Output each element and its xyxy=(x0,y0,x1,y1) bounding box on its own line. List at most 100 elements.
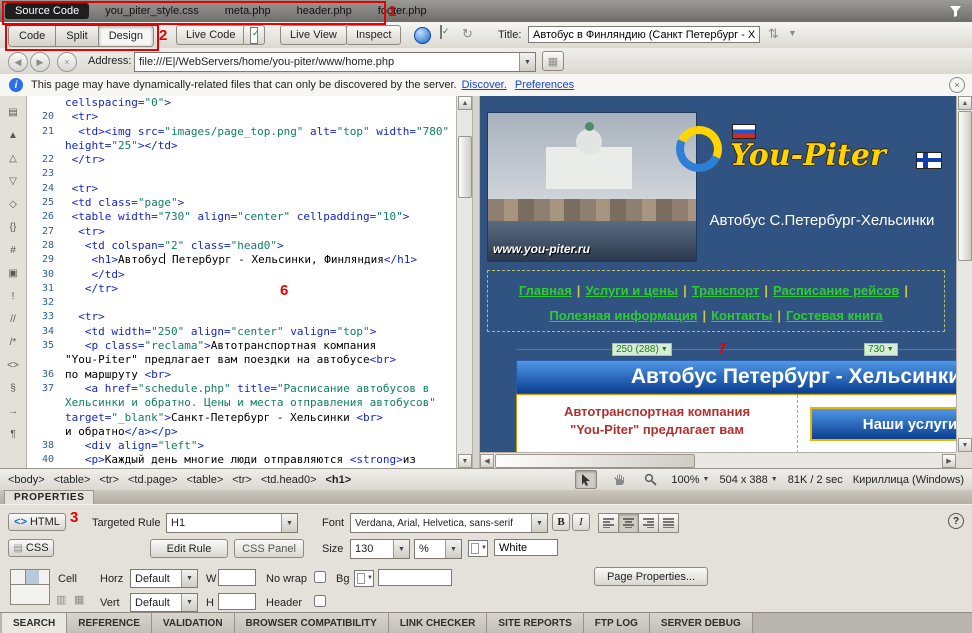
no-wrap-checkbox[interactable] xyxy=(314,571,326,583)
bold-button[interactable]: B xyxy=(552,513,570,531)
code-line[interactable]: cellspacing="0"> xyxy=(27,96,456,110)
code-line[interactable]: 25 <td class="page"> xyxy=(27,196,456,210)
nav-link[interactable]: Контакты xyxy=(711,308,772,323)
code-line[interactable]: 36по маршруту <br> xyxy=(27,368,456,382)
design-vertical-scrollbar[interactable]: ▲ ▼ xyxy=(956,96,972,452)
panel-tab-site-reports[interactable]: SITE REPORTS xyxy=(487,613,583,633)
back-icon[interactable]: ◀ xyxy=(8,52,28,72)
discover-link[interactable]: Discover. xyxy=(462,79,507,91)
design-view[interactable]: www.you-piter.ru You-Piter Автобус С.Пет… xyxy=(480,96,956,452)
code-line[interactable]: Хельсинки и обратно. Цены и места отправ… xyxy=(27,396,456,410)
tag-selector-item[interactable]: <td.page> xyxy=(128,474,178,486)
code-line[interactable]: 35 <p class="reclama">Автотранспортная к… xyxy=(27,339,456,353)
format-source-code-icon[interactable]: ¶ xyxy=(4,428,22,442)
live-view-button[interactable]: Live View xyxy=(280,25,347,45)
preferences-link[interactable]: Preferences xyxy=(515,79,574,91)
code-line[interactable]: "You-Piter" предлагает вам поездки на ав… xyxy=(27,353,456,367)
code-line[interactable]: 29 <h1>Автобус Петербург - Хельсинки, Фи… xyxy=(27,253,456,267)
code-view[interactable]: cellspacing="0">20 <tr>21 <td><img src="… xyxy=(27,96,456,468)
related-file-tab[interactable]: meta.php xyxy=(225,5,271,17)
panel-tab-browser-compatibility[interactable]: BROWSER COMPATIBILITY xyxy=(235,613,389,633)
tag-selector-item[interactable]: <table> xyxy=(187,474,224,486)
design-hscroll-thumb[interactable] xyxy=(495,454,695,468)
nav-link[interactable]: Гостевая книга xyxy=(786,308,883,323)
expand-all-icon[interactable]: ▽ xyxy=(4,175,22,189)
address-combo[interactable]: file:///E|/WebServers/home/you-piter/www… xyxy=(134,52,536,72)
nav-link[interactable]: Услуги и цены xyxy=(585,283,678,298)
code-line[interactable]: 37 <a href="schedule.php" title="Расписа… xyxy=(27,382,456,396)
code-line[interactable]: 24 <tr> xyxy=(27,182,456,196)
align-justify-icon[interactable] xyxy=(658,513,679,533)
code-line[interactable]: 40 <p>Каждый день многие люди отправляют… xyxy=(27,453,456,467)
split-view-button[interactable]: Split xyxy=(56,26,98,46)
size-combo[interactable]: 130 ▼ xyxy=(350,539,410,559)
scroll-down-icon[interactable]: ▼ xyxy=(458,454,472,468)
help-icon[interactable]: ? xyxy=(948,513,964,529)
refresh-icon[interactable]: ↻ xyxy=(462,26,473,42)
cell-width-input[interactable] xyxy=(218,569,256,586)
recent-snippets-icon[interactable]: § xyxy=(4,382,22,396)
code-line[interactable]: 32 xyxy=(27,296,456,310)
text-color-swatch[interactable]: ▼ xyxy=(468,540,488,557)
reclama-cell[interactable]: Автотранспортная компания "You-Piter" пр… xyxy=(517,395,797,452)
italic-button[interactable]: I xyxy=(572,513,590,531)
panel-tab-server-debug[interactable]: SERVER DEBUG xyxy=(650,613,753,633)
live-code-button[interactable]: Live Code xyxy=(176,25,246,45)
vert-combo[interactable]: Default ▼ xyxy=(130,593,198,612)
scroll-down-icon[interactable]: ▼ xyxy=(958,438,972,452)
preview-in-browser-globe-icon[interactable] xyxy=(414,27,431,44)
collapse-full-tag-icon[interactable]: ▲ xyxy=(4,129,22,143)
zoom-level-combo[interactable]: 100%▼ xyxy=(671,474,709,486)
panel-tab-reference[interactable]: REFERENCE xyxy=(67,613,152,633)
collapse-selection-icon[interactable]: △ xyxy=(4,152,22,166)
wrap-tag-icon[interactable]: <> xyxy=(4,359,22,373)
design-horizontal-scrollbar[interactable]: ◀ ▶ xyxy=(480,452,956,468)
code-line[interactable]: height="25"></td> xyxy=(27,139,456,153)
split-view-divider[interactable] xyxy=(472,96,480,468)
align-right-icon[interactable] xyxy=(638,513,659,533)
page-properties-button[interactable]: Page Properties... xyxy=(594,567,708,586)
css-mode-button[interactable]: ▤CSS xyxy=(8,539,54,557)
scroll-right-icon[interactable]: ▶ xyxy=(942,454,956,468)
indent-code-icon[interactable]: → xyxy=(4,405,22,419)
tag-selector-item[interactable]: <body> xyxy=(8,474,45,486)
code-scroll-thumb[interactable] xyxy=(458,136,472,198)
bg-color-field[interactable] xyxy=(378,569,452,586)
address-options-icon[interactable]: ▦ xyxy=(542,51,564,71)
code-line[interactable]: 31 </tr> xyxy=(27,282,456,296)
code-line[interactable]: 21 <td><img src="images/page_top.png" al… xyxy=(27,125,456,139)
code-line[interactable]: 27 <tr> xyxy=(27,225,456,239)
horz-combo[interactable]: Default ▼ xyxy=(130,569,198,588)
code-line[interactable]: 28 <td colspan="2" class="head0"> xyxy=(27,239,456,253)
live-view-options-icon[interactable]: ▼ xyxy=(788,28,797,38)
file-management-icon[interactable]: ⇅ xyxy=(768,26,779,42)
merge-cells-icon[interactable]: ▥ xyxy=(56,593,66,606)
balance-braces-icon[interactable]: {} xyxy=(4,221,22,235)
table-width-menu[interactable]: 730▼ xyxy=(864,343,898,356)
code-view-button[interactable]: Code xyxy=(9,26,56,46)
page-heading-h1[interactable]: Автобус Петербург - Хельсинки xyxy=(516,360,956,394)
validate-markup-icon[interactable] xyxy=(243,25,265,45)
tag-selector-item[interactable]: <tr> xyxy=(232,474,252,486)
properties-panel-tab[interactable]: PROPERTIES xyxy=(4,490,94,504)
code-vertical-scrollbar[interactable]: ▲ ▼ xyxy=(456,96,472,468)
split-cell-icon[interactable]: ▦ xyxy=(74,593,84,606)
select-tool-icon[interactable] xyxy=(575,470,597,489)
cell-height-input[interactable] xyxy=(218,593,256,610)
code-line[interactable]: 30 </td> xyxy=(27,268,456,282)
design-view-button[interactable]: Design xyxy=(99,26,153,46)
font-combo[interactable]: Verdana, Arial, Helvetica, sans-serif ▼ xyxy=(350,513,548,533)
source-code-tab[interactable]: Source Code xyxy=(5,3,89,19)
nav-link[interactable]: Полезная информация xyxy=(549,308,697,323)
code-line[interactable]: 22 </tr> xyxy=(27,153,456,167)
align-left-icon[interactable] xyxy=(598,513,619,533)
chevron-down-icon[interactable]: ▼ xyxy=(519,53,535,71)
align-center-icon[interactable] xyxy=(618,513,639,533)
inspect-button[interactable]: Inspect xyxy=(346,25,401,45)
apply-comment-icon[interactable]: // xyxy=(4,313,22,327)
nav-link[interactable]: Транспорт xyxy=(692,283,760,298)
syntax-error-alerts-icon[interactable]: ! xyxy=(4,290,22,304)
css-panel-button[interactable]: CSS Panel xyxy=(234,539,304,558)
stop-icon[interactable]: × xyxy=(57,52,77,72)
panel-tab-link-checker[interactable]: LINK CHECKER xyxy=(389,613,488,633)
